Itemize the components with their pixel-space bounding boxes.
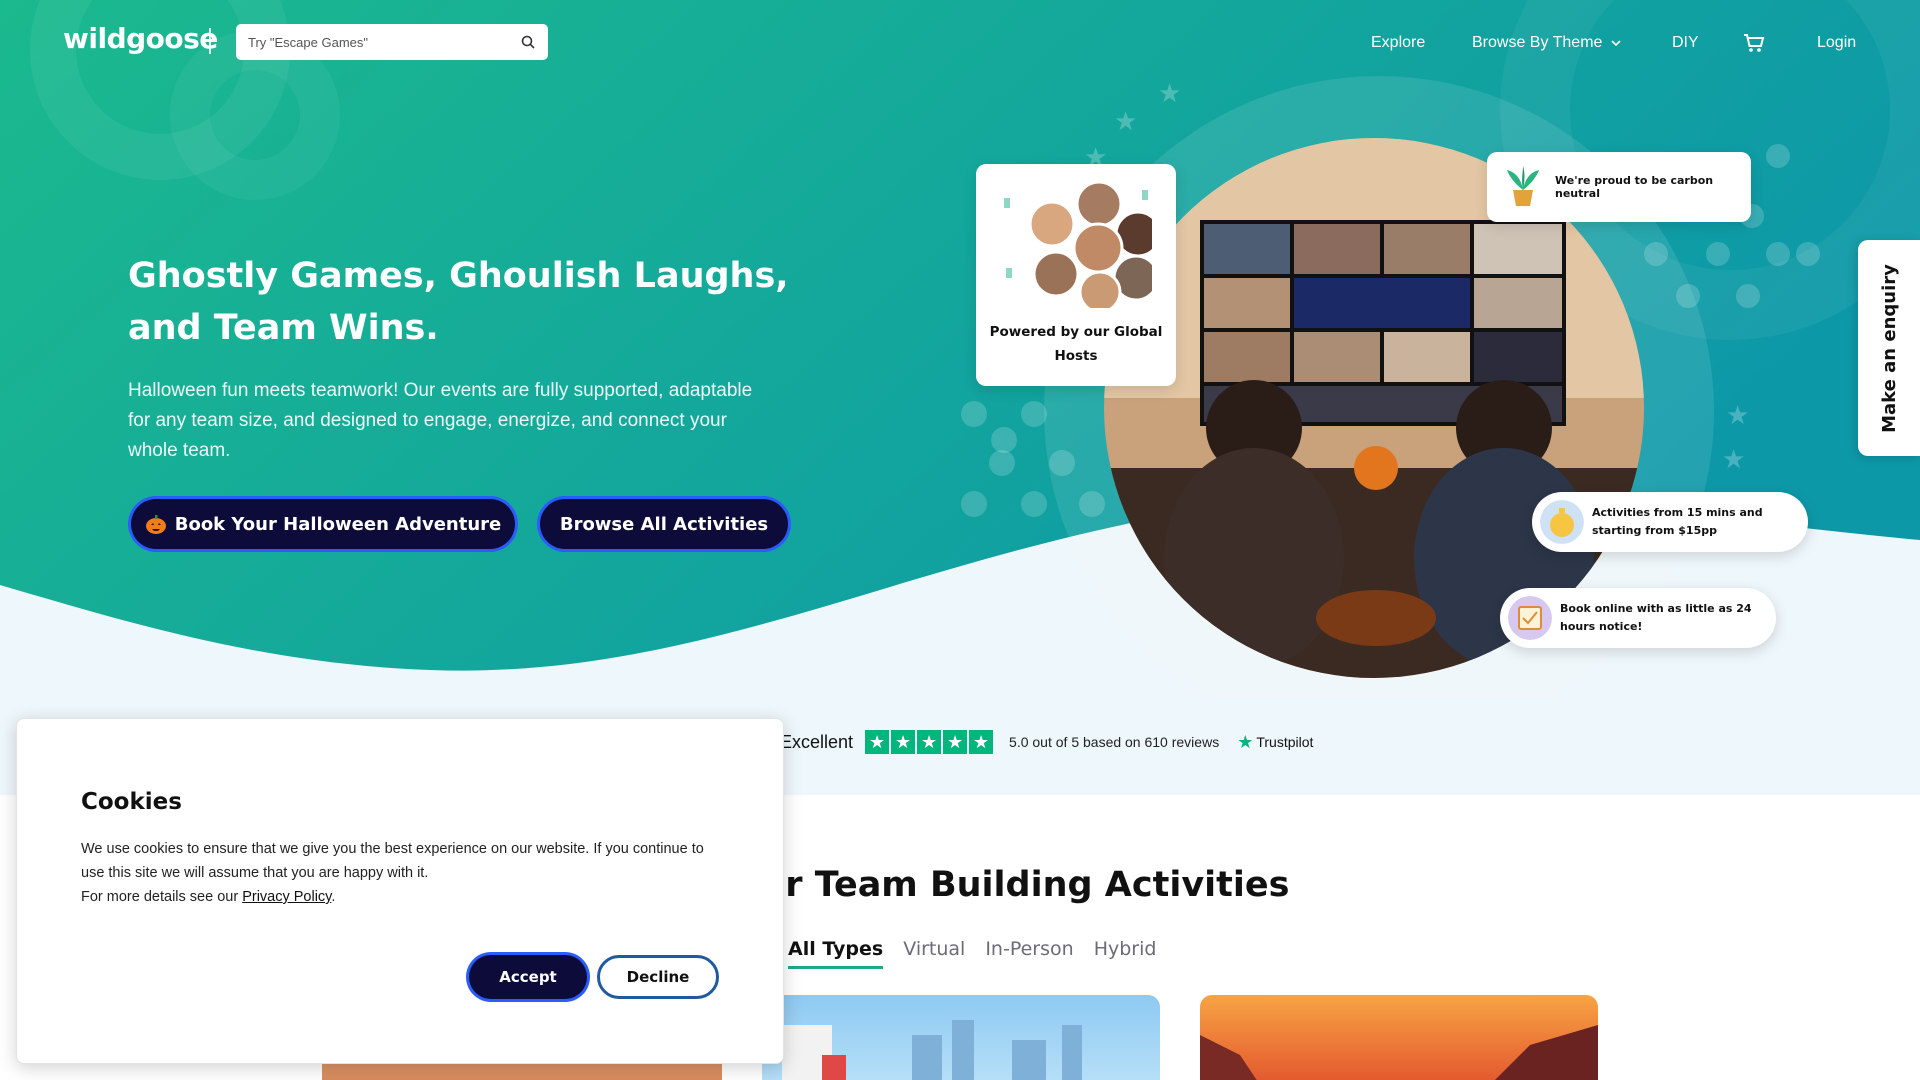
search-bar bbox=[236, 24, 548, 60]
cookie-title: Cookies bbox=[81, 789, 182, 815]
cookie-consent-dialog: Cookies We use cookies to ensure that we… bbox=[16, 718, 784, 1064]
global-hosts-card: Powered by our Global Hosts bbox=[976, 164, 1176, 386]
search-input[interactable] bbox=[248, 34, 520, 50]
tab-hybrid[interactable]: Hybrid bbox=[1094, 938, 1157, 969]
nav-explore[interactable]: Explore bbox=[1371, 34, 1425, 52]
svg-text:★: ★ bbox=[1726, 401, 1749, 431]
trustpilot-rating: 5.0 out of 5 based on 610 reviews bbox=[1009, 734, 1220, 750]
cart-icon[interactable] bbox=[1742, 32, 1766, 54]
nav-diy[interactable]: DIY bbox=[1672, 34, 1699, 52]
make-enquiry-label: Make an enquiry bbox=[1878, 263, 1900, 433]
pricing-text: Activities from 15 mins and starting fro… bbox=[1592, 506, 1763, 537]
host-avatars-graphic bbox=[1004, 180, 1152, 308]
carbon-neutral-text: We're proud to be carbon neutral bbox=[1555, 174, 1714, 200]
decline-cookies-button[interactable]: Decline bbox=[597, 955, 719, 999]
nav-browse-by-theme-label: Browse By Theme bbox=[1472, 34, 1603, 51]
cookie-more-suffix: . bbox=[331, 889, 336, 905]
activity-card[interactable] bbox=[1200, 995, 1598, 1080]
pumpkin-icon bbox=[145, 515, 166, 534]
trustpilot-brand: ★ Trustpilot bbox=[1237, 732, 1313, 753]
chevron-down-icon bbox=[1611, 40, 1621, 47]
star-icon: ★ bbox=[917, 730, 942, 754]
svg-text:★: ★ bbox=[1114, 107, 1137, 137]
trustpilot-brand-text: Trustpilot bbox=[1256, 734, 1314, 750]
plant-icon bbox=[1507, 166, 1539, 206]
stopwatch-icon bbox=[1540, 500, 1584, 544]
browse-activities-button[interactable]: Browse All Activities bbox=[540, 499, 788, 549]
privacy-policy-link[interactable]: Privacy Policy bbox=[242, 889, 331, 905]
accept-cookies-button[interactable]: Accept bbox=[469, 955, 587, 999]
book-halloween-button[interactable]: Book Your Halloween Adventure bbox=[131, 499, 515, 549]
hero-subtitle: Halloween fun meets teamwork! Our events… bbox=[128, 380, 753, 461]
tab-virtual[interactable]: Virtual bbox=[903, 938, 965, 969]
booking-notice-pill: Book online with as little as 24 hours n… bbox=[1500, 588, 1776, 648]
calendar-icon bbox=[1508, 596, 1552, 640]
trustpilot-stars: ★ ★ ★ ★ ★ bbox=[865, 730, 994, 754]
booking-notice-text: Book online with as little as 24 hours n… bbox=[1560, 602, 1752, 633]
pricing-pill: Activities from 15 mins and starting fro… bbox=[1532, 492, 1808, 552]
star-icon: ★ bbox=[969, 730, 994, 754]
svg-text:★: ★ bbox=[1722, 445, 1745, 475]
cookie-text: We use cookies to ensure that we give yo… bbox=[81, 841, 704, 881]
trustpilot-label: Excellent bbox=[780, 731, 854, 752]
tab-all-types[interactable]: All Types bbox=[788, 938, 884, 969]
trustpilot-star-icon: ★ bbox=[1237, 731, 1254, 752]
global-hosts-text: Powered by our Global Hosts bbox=[989, 324, 1163, 364]
wildgoose-logo[interactable]: wildgoose bbox=[63, 22, 218, 55]
city-skyline-image bbox=[782, 1020, 1082, 1080]
search-icon[interactable] bbox=[520, 34, 536, 50]
activity-filter-tabs: All Types Virtual In-Person Hybrid bbox=[788, 938, 1156, 969]
site-header: wildgoose Explore Browse By Theme DIY Lo… bbox=[0, 0, 1920, 88]
cookie-more-details: For more details see our Privacy Policy. bbox=[81, 889, 335, 905]
carbon-neutral-card: We're proud to be carbon neutral bbox=[1487, 152, 1751, 222]
trustpilot-widget[interactable]: Excellent ★ ★ ★ ★ ★ 5.0 out of 5 based o… bbox=[780, 730, 1313, 754]
book-halloween-label: Book Your Halloween Adventure bbox=[174, 513, 502, 535]
logo-divider bbox=[209, 28, 211, 54]
cookie-more-prefix: For more details see our bbox=[81, 889, 243, 905]
hero-title: Ghostly Games, Ghoulish Laughs, and Team… bbox=[128, 256, 789, 348]
star-icon: ★ bbox=[891, 730, 916, 754]
star-icon: ★ bbox=[943, 730, 968, 754]
tab-in-person[interactable]: In-Person bbox=[985, 938, 1073, 969]
hero-section: ★ ★ ★ ★ ★ Powered by our Global Hosts We… bbox=[0, 0, 1920, 700]
nav-login[interactable]: Login bbox=[1817, 34, 1856, 52]
canyon-sunset-image bbox=[1200, 1025, 1598, 1080]
activity-card[interactable] bbox=[762, 995, 1160, 1080]
make-enquiry-tab[interactable]: Make an enquiry bbox=[1858, 240, 1920, 456]
nav-browse-by-theme[interactable]: Browse By Theme bbox=[1472, 34, 1622, 52]
star-icon: ★ bbox=[865, 730, 890, 754]
